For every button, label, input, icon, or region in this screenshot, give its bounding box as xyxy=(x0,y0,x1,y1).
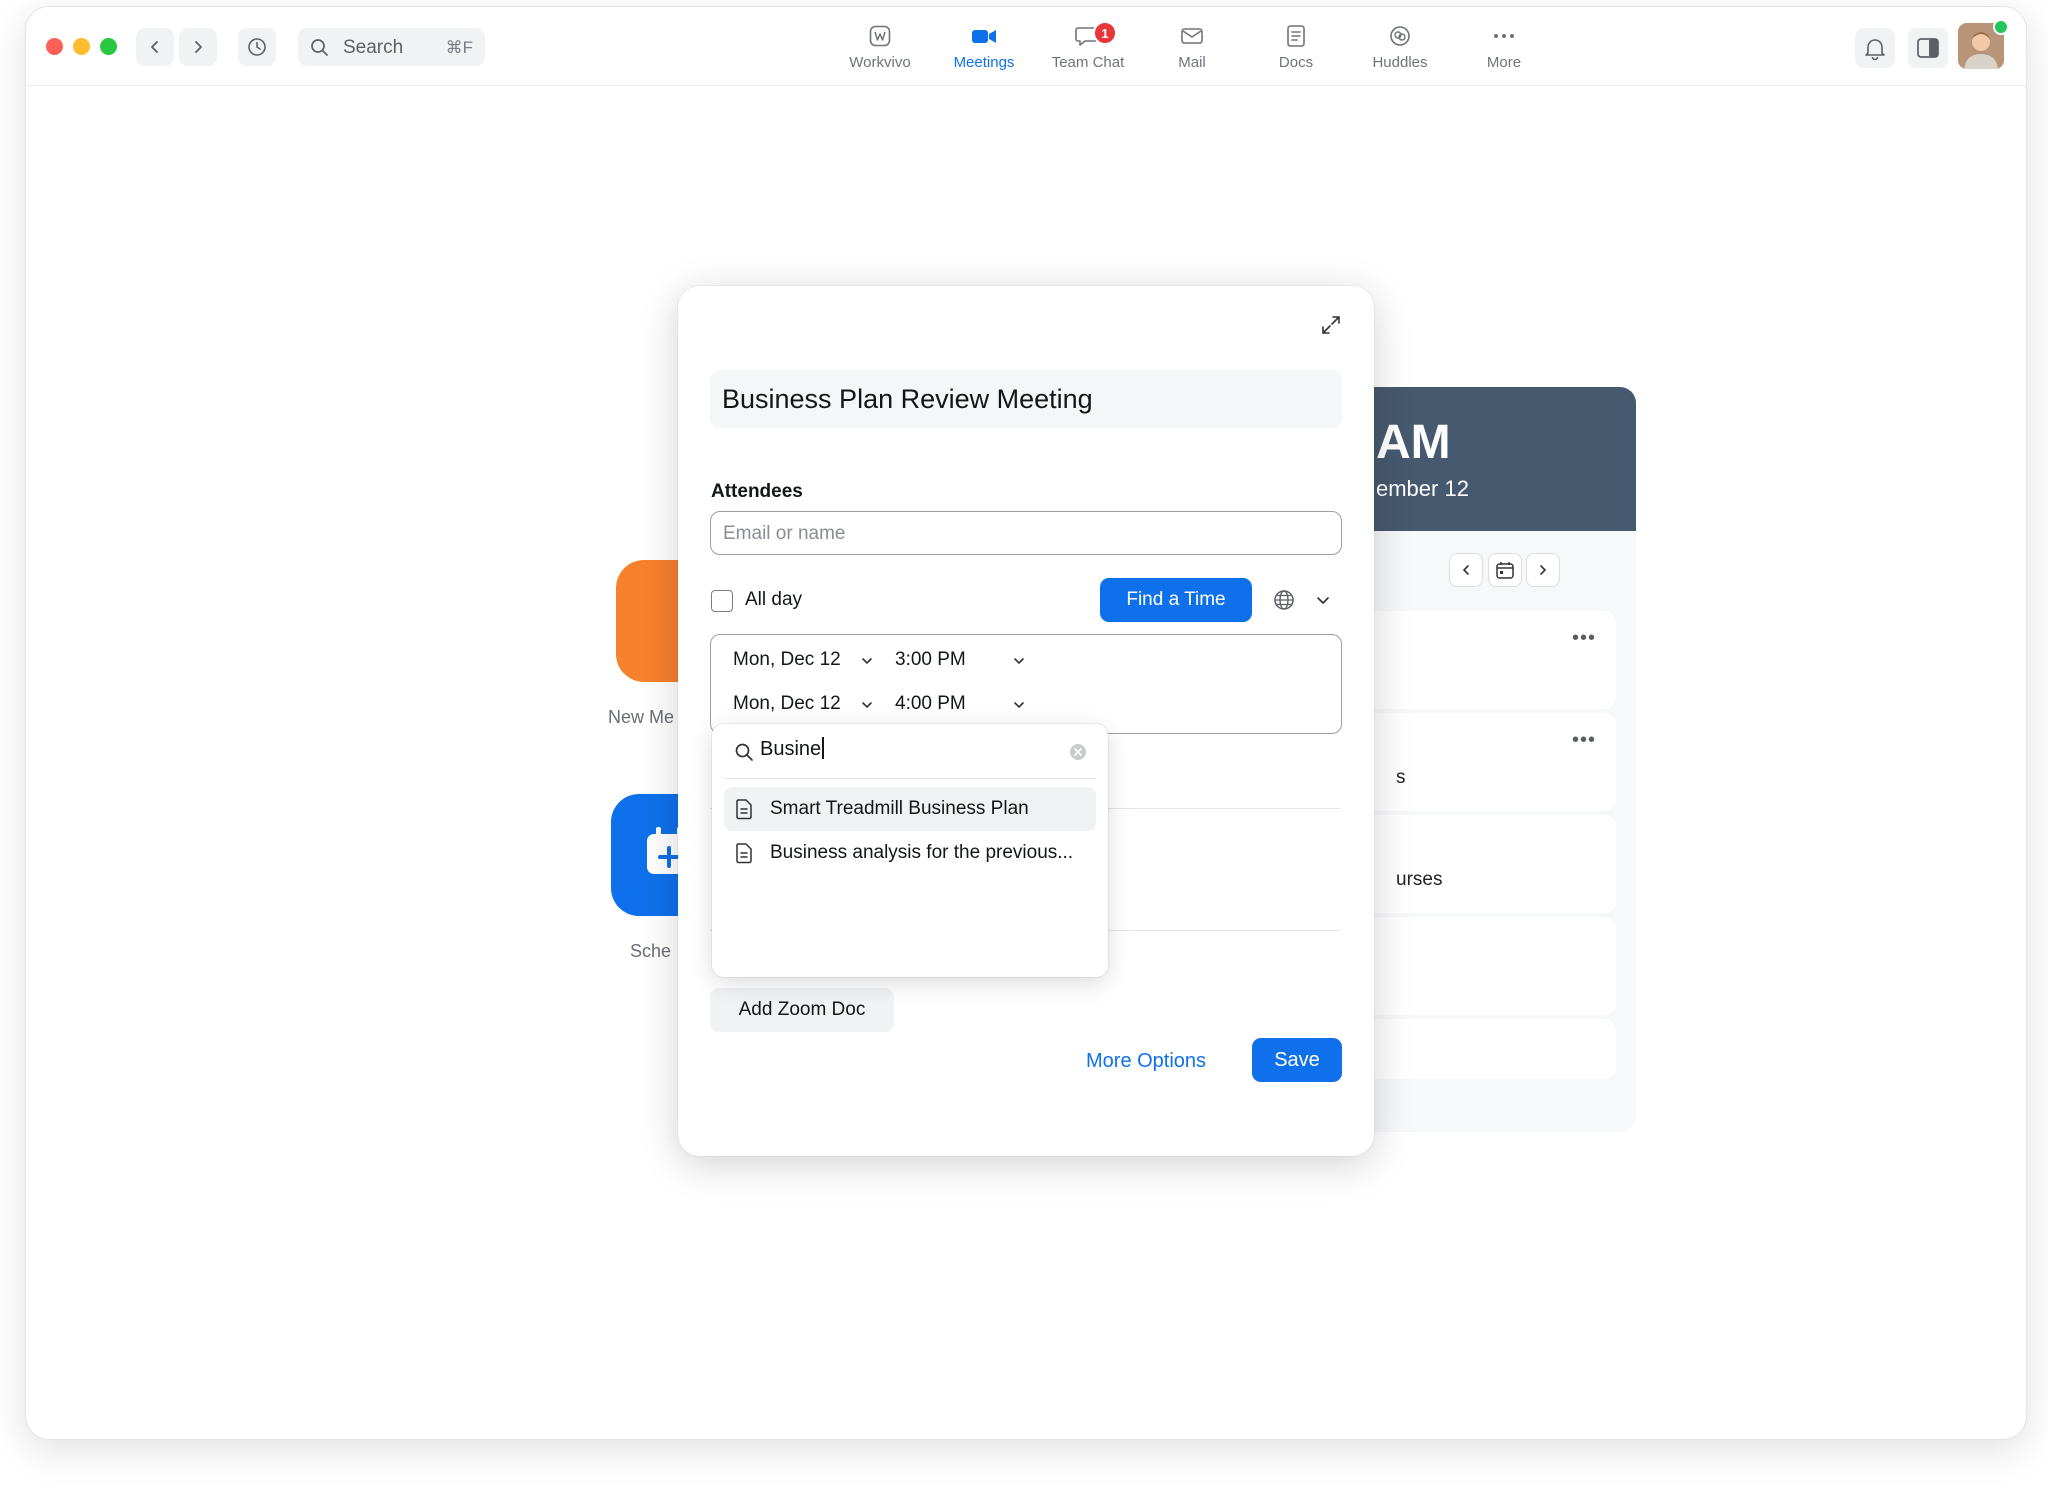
side-panel-button[interactable] xyxy=(1908,28,1948,68)
chevron-right-icon xyxy=(195,41,202,53)
document-icon xyxy=(1287,25,1305,47)
expand-icon xyxy=(1322,316,1340,334)
search-icon xyxy=(311,39,328,56)
calendar-date: ember 12 xyxy=(1376,476,1469,501)
calendar-icon xyxy=(1496,562,1514,579)
doc-result-title: Smart Treadmill Business Plan xyxy=(770,798,1029,819)
chevron-left-icon xyxy=(151,41,158,53)
workvivo-icon xyxy=(869,25,891,47)
forward-button[interactable] xyxy=(179,28,217,66)
nav-more-label: More xyxy=(1486,54,1522,71)
schedule-label: Sche xyxy=(630,941,672,961)
nav-team-chat[interactable]: 1 Team Chat xyxy=(1036,21,1140,81)
globe-icon[interactable] xyxy=(1272,588,1296,612)
doc-result-title: Business analysis for the previous... xyxy=(770,842,1074,863)
search-placeholder: Search xyxy=(343,37,404,58)
search-bar[interactable]: Search ⌘F xyxy=(298,28,485,66)
more-options-link[interactable]: More Options xyxy=(1086,1050,1206,1073)
calendar-prev-button[interactable] xyxy=(1449,553,1483,587)
chevron-down-icon[interactable] xyxy=(1011,697,1027,713)
chevron-down-icon[interactable] xyxy=(1011,653,1027,669)
nav-huddles-label: Huddles xyxy=(1372,54,1428,71)
all-day-checkbox[interactable] xyxy=(711,590,733,612)
schedule-meeting-dialog: Business Plan Review Meeting Attendees E… xyxy=(678,286,1374,1156)
huddles-icon xyxy=(1390,26,1410,46)
calendar-header: AM ember 12 xyxy=(1336,387,1636,531)
start-date-select[interactable]: Mon, Dec 12 xyxy=(733,649,841,671)
timezone-chevron-down-icon[interactable] xyxy=(1312,589,1334,611)
calendar-picker-button[interactable] xyxy=(1488,553,1522,587)
end-time-select[interactable]: 4:00 PM xyxy=(895,693,966,715)
notifications-button[interactable] xyxy=(1855,28,1895,68)
nav-more[interactable]: More xyxy=(1452,21,1556,81)
doc-search-dropdown: Busine Smart Treadmill Business Plan Bus… xyxy=(712,724,1108,977)
meeting-card-text: urses xyxy=(1396,869,1443,890)
chevron-right-icon xyxy=(1540,565,1547,575)
search-shortcut: ⌘F xyxy=(445,38,473,57)
expand-button[interactable] xyxy=(1316,310,1346,340)
team-chat-badge: 1 xyxy=(1093,21,1117,45)
nav-team-chat-label: Team Chat xyxy=(1051,54,1125,71)
text-caret xyxy=(822,737,824,759)
nav-workvivo-label: Workvivo xyxy=(849,54,911,71)
side-panel-icon xyxy=(1917,38,1939,58)
chevron-down-icon[interactable] xyxy=(859,653,875,669)
more-dots-icon[interactable]: ••• xyxy=(1572,627,1596,650)
document-icon xyxy=(736,843,752,864)
meeting-card[interactable] xyxy=(1356,1019,1616,1079)
nav-meetings[interactable]: Meetings xyxy=(932,21,1036,81)
mail-icon xyxy=(1181,28,1203,44)
maximize-window-button[interactable] xyxy=(100,38,117,55)
more-dots-icon xyxy=(1494,34,1514,38)
new-meeting-label: New Me xyxy=(608,707,675,727)
close-window-button[interactable] xyxy=(46,38,63,55)
save-button[interactable]: Save xyxy=(1252,1038,1342,1082)
find-a-time-button[interactable]: Find a Time xyxy=(1100,578,1252,622)
start-time-select[interactable]: 3:00 PM xyxy=(895,649,966,671)
attendees-input[interactable]: Email or name xyxy=(710,511,1342,555)
doc-result-item[interactable]: Business analysis for the previous... xyxy=(724,831,1096,875)
nav-workvivo[interactable]: Workvivo xyxy=(828,21,932,81)
meeting-title-text: Business Plan Review Meeting xyxy=(722,384,1093,414)
upcoming-calendar-panel: AM ember 12 ••• ••• s urses xyxy=(1336,387,1636,1132)
nav-docs[interactable]: Docs xyxy=(1244,21,1348,81)
calendar-time: AM xyxy=(1376,416,1451,469)
minimize-window-button[interactable] xyxy=(73,38,90,55)
clear-search-icon[interactable] xyxy=(1068,742,1088,762)
history-clock-icon xyxy=(248,38,266,56)
doc-result-item[interactable]: Smart Treadmill Business Plan xyxy=(724,787,1096,831)
chevron-left-icon xyxy=(1462,565,1469,575)
calendar-next-button[interactable] xyxy=(1526,553,1560,587)
nav-meetings-label: Meetings xyxy=(953,54,1015,71)
nav-docs-label: Docs xyxy=(1278,54,1314,71)
dropdown-divider xyxy=(724,778,1096,779)
meeting-card-text: s xyxy=(1396,767,1406,788)
history-button[interactable] xyxy=(238,28,276,66)
nav-mail-label: Mail xyxy=(1178,54,1206,71)
chevron-down-icon[interactable] xyxy=(859,697,875,713)
all-day-label: All day xyxy=(745,589,803,610)
online-status-indicator xyxy=(1993,19,2009,35)
more-dots-icon[interactable]: ••• xyxy=(1572,729,1596,752)
document-icon xyxy=(736,799,752,820)
doc-search-input[interactable]: Busine xyxy=(760,737,824,761)
top-toolbar: Search ⌘F Workvivo Meetings 1 Team Chat … xyxy=(26,7,2026,86)
add-zoom-doc-button[interactable]: Add Zoom Doc xyxy=(710,988,894,1032)
end-date-select[interactable]: Mon, Dec 12 xyxy=(733,693,841,715)
attendees-placeholder: Email or name xyxy=(723,523,846,544)
meeting-card[interactable]: ••• s xyxy=(1356,713,1616,811)
back-button[interactable] xyxy=(136,28,174,66)
meeting-card[interactable] xyxy=(1356,917,1616,1015)
date-time-picker: Mon, Dec 12 3:00 PM Mon, Dec 12 4:00 PM xyxy=(710,634,1342,734)
video-camera-icon xyxy=(972,30,996,43)
search-icon xyxy=(735,743,753,761)
attendees-label: Attendees xyxy=(711,481,803,502)
nav-huddles[interactable]: Huddles xyxy=(1348,21,1452,81)
meeting-title-field[interactable]: Business Plan Review Meeting xyxy=(710,370,1342,428)
bell-icon xyxy=(1865,39,1885,60)
nav-mail[interactable]: Mail xyxy=(1140,21,1244,81)
doc-search-query: Busine xyxy=(760,738,822,760)
meeting-card[interactable]: ••• xyxy=(1356,611,1616,709)
meeting-card[interactable]: urses xyxy=(1356,815,1616,913)
